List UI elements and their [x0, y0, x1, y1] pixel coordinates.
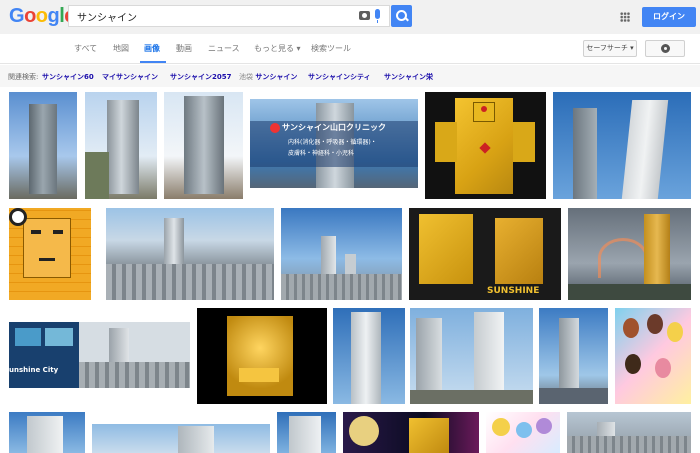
safe-search-button[interactable]: セーフサーチ ▾	[583, 40, 637, 57]
microphone-icon[interactable]	[375, 9, 380, 23]
image-results-grid: サンシャイン山口クリニック 内科(消化器・呼吸器・循環器)・ 皮膚科・神経科・小…	[0, 87, 700, 453]
tab-all[interactable]: すべて	[74, 43, 97, 54]
related-item[interactable]: サンシャインシティ	[308, 72, 371, 82]
logo-letter: o	[24, 5, 36, 27]
image-result[interactable]	[343, 412, 479, 453]
tab-search-tools[interactable]: 検索ツール	[311, 43, 351, 54]
image-result[interactable]	[106, 208, 274, 300]
logo-letter: o	[35, 5, 48, 27]
sunshine-label: SUNSHINE	[487, 286, 540, 296]
tab-videos[interactable]: 動画	[176, 43, 192, 54]
active-tab-indicator	[140, 61, 166, 63]
image-result[interactable]	[197, 308, 327, 404]
image-result[interactable]	[553, 92, 691, 199]
top-bar: Google サンシャイン ログイン	[0, 0, 700, 34]
image-result[interactable]	[486, 412, 560, 453]
related-item[interactable]: サンシャイン60	[42, 72, 94, 82]
logo-letter: G	[9, 5, 25, 27]
related-item[interactable]: サンシャイン2057	[170, 72, 231, 82]
clinic-title: サンシャイン山口クリニック	[282, 123, 386, 132]
related-item-text: サンシャイン	[253, 73, 298, 81]
image-result[interactable]	[85, 92, 157, 199]
image-result[interactable]	[164, 92, 243, 199]
image-result[interactable]: SUNSHINE	[409, 208, 561, 300]
image-result[interactable]	[333, 308, 405, 404]
tab-more[interactable]: もっと見る ▾	[254, 43, 301, 54]
image-result[interactable]: unshine City	[9, 322, 190, 388]
tab-images[interactable]: 画像	[144, 43, 160, 54]
related-item[interactable]: サンシャイン栄	[384, 72, 433, 82]
tab-maps[interactable]: 地図	[113, 43, 129, 54]
search-value: サンシャイン	[77, 13, 137, 24]
clinic-subtitle-2: 皮膚科・神経科・小児科	[288, 150, 355, 157]
image-result[interactable]	[92, 424, 270, 453]
image-result[interactable]	[615, 308, 691, 404]
related-item-prefix: 池袋	[239, 73, 253, 81]
login-button[interactable]: ログイン	[642, 7, 696, 27]
related-searches: 関連検索: サンシャイン60 マイサンシャイン サンシャイン2057 池袋 サン…	[0, 65, 700, 87]
image-result[interactable]	[9, 412, 85, 453]
image-result[interactable]	[425, 92, 546, 199]
image-result[interactable]	[9, 208, 100, 300]
image-result[interactable]	[9, 92, 77, 199]
related-item[interactable]: 池袋 サンシャイン	[239, 72, 297, 82]
search-button[interactable]	[391, 5, 412, 27]
gear-icon	[661, 44, 670, 53]
image-result[interactable]	[281, 208, 402, 300]
image-result[interactable]	[277, 412, 336, 453]
image-result[interactable]	[410, 308, 533, 404]
logo-letter: g	[47, 5, 60, 27]
tab-news[interactable]: ニュース	[208, 43, 240, 54]
image-result[interactable]	[567, 412, 691, 453]
image-result[interactable]	[539, 308, 608, 404]
related-item[interactable]: マイサンシャイン	[102, 72, 158, 82]
settings-button[interactable]	[645, 40, 685, 57]
apps-grid-icon[interactable]	[620, 12, 630, 22]
related-label: 関連検索:	[8, 73, 39, 81]
camera-icon[interactable]	[359, 11, 370, 20]
sunshine-city-label: unshine City	[9, 366, 59, 374]
clinic-subtitle-1: 内科(消化器・呼吸器・循環器)・	[288, 139, 377, 146]
google-logo[interactable]: Google	[9, 5, 75, 28]
search-input[interactable]: サンシャイン	[68, 5, 390, 27]
image-result[interactable]	[568, 208, 691, 300]
image-result[interactable]: サンシャイン山口クリニック 内科(消化器・呼吸器・循環器)・ 皮膚科・神経科・小…	[250, 99, 418, 188]
